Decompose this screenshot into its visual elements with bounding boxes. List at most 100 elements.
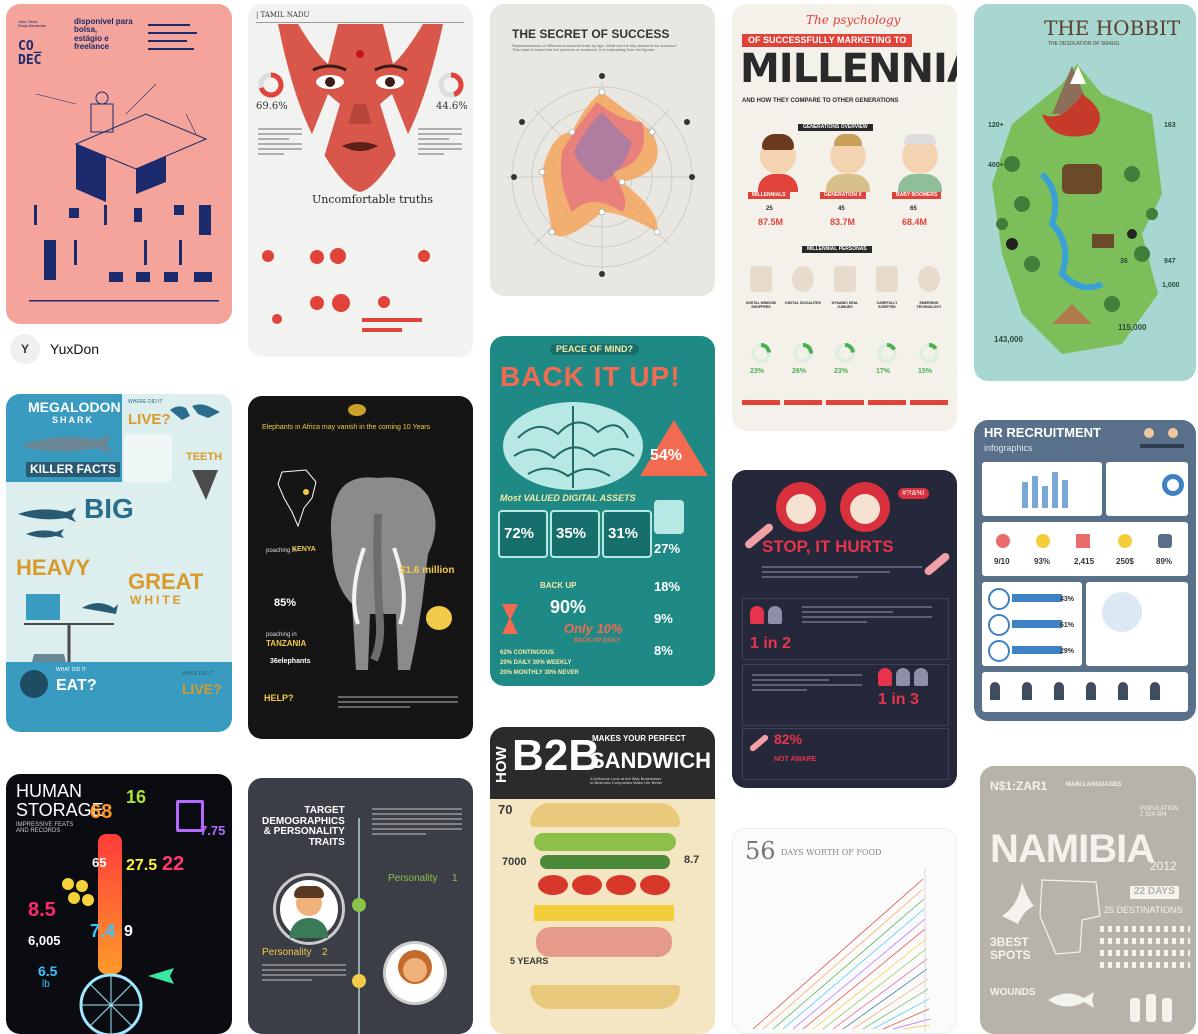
hobbit-stat-8: 163 bbox=[1164, 122, 1176, 129]
megalodon-q2: WHAT DID IT bbox=[56, 667, 87, 673]
pin-creator[interactable]: Y YuxDon bbox=[10, 334, 99, 364]
human-n8: 7.4 bbox=[90, 921, 116, 941]
namibia-best: 3BEST SPOTS bbox=[990, 935, 1031, 962]
hobbit-stat-1: 120+ bbox=[988, 122, 1004, 129]
backup-valued: Most VALUED DIGITAL ASSETS bbox=[500, 493, 636, 503]
success-radar-chart bbox=[507, 73, 697, 277]
world-map-icon bbox=[170, 404, 220, 420]
mill-personas: MILLENNIAL PERSONAS bbox=[802, 246, 872, 254]
target-n2: 2 bbox=[322, 947, 328, 958]
namibia-map bbox=[1039, 879, 1101, 955]
hr-stat-icons bbox=[994, 532, 1184, 552]
backup-side3: 9% bbox=[654, 611, 673, 626]
pin-megalodon[interactable]: MEGALODON SHARK KILLER FACTS WHERE DID I… bbox=[6, 394, 232, 732]
backup-p1: 72% bbox=[504, 525, 535, 542]
elephants-help: HELP? bbox=[264, 693, 294, 703]
jaw-panel bbox=[124, 434, 172, 482]
mill-pct-2: 26% bbox=[792, 368, 807, 375]
mill-pop-1: 87.5M bbox=[758, 217, 784, 227]
b2b-b2b: B2B bbox=[512, 731, 601, 780]
backup-word: BACK UP bbox=[540, 581, 577, 590]
pin-namibia[interactable]: N$1:ZAR1 MAIN LANGUAGES POPULATION 2 324… bbox=[980, 766, 1196, 1034]
elephants-poaching2: poaching in bbox=[266, 632, 297, 638]
backup-pct: 54% bbox=[650, 447, 683, 464]
namibia-wounds: WOUNDS bbox=[990, 987, 1036, 998]
backup-side4: 8% bbox=[654, 643, 673, 658]
meat-layer bbox=[536, 927, 672, 957]
megalodon-live: LIVE? bbox=[128, 411, 171, 428]
b2b-n3: 5 YEARS bbox=[510, 956, 549, 966]
pin-millennials[interactable]: The psychology OF SUCCESSFULLY MARKETING… bbox=[732, 4, 957, 431]
pin-b2b-sandwich[interactable]: HOW B2B MAKES YOUR PERFECT SANDWICH A De… bbox=[490, 727, 715, 1034]
pin-hr-recruitment[interactable]: HR RECRUITMENT infographics 9/10 93% 2,4… bbox=[974, 420, 1196, 721]
hobbit-map-illustration bbox=[992, 64, 1162, 354]
namibia-dest: 25 DESTINATIONS bbox=[1104, 905, 1183, 915]
creator-avatar[interactable]: Y bbox=[10, 334, 40, 364]
namibia-lang: MAIN LANGUAGES bbox=[1066, 782, 1122, 788]
hurts-people-icons-2 bbox=[878, 668, 938, 688]
pin-elephants[interactable]: Elephants in Africa may vanish in the co… bbox=[248, 396, 473, 739]
elephants-kenya: KENYA bbox=[292, 546, 316, 553]
hurts-stat1: 1 in 2 bbox=[750, 635, 791, 652]
pin-codec[interactable]: CO_ DEC disponível para bolsa, estágio e… bbox=[6, 4, 232, 324]
hurts-stat4: NOT AWARE bbox=[774, 756, 817, 763]
target-p2: Personality bbox=[262, 947, 312, 958]
pin-human-storage[interactable]: HUMAN STORAGE IMPRESSIVE FEATS AND RECOR… bbox=[6, 774, 232, 1034]
namibia-people-grid bbox=[1100, 926, 1190, 986]
mill-bottom-bars bbox=[742, 400, 948, 414]
mill-age-2: 45 bbox=[838, 206, 845, 212]
megalodon-live2: LIVE? bbox=[182, 681, 222, 697]
mill-age-1: 25 bbox=[766, 206, 773, 212]
backup-big: 90% bbox=[550, 597, 587, 617]
elephants-stat3: 36elephants bbox=[270, 658, 311, 665]
megalodon-big: BIG bbox=[84, 493, 134, 524]
elephants-stat1: 85% bbox=[274, 597, 297, 609]
hurts-panel2-text bbox=[752, 674, 862, 694]
tomato-layer bbox=[538, 875, 672, 895]
codec-tagline: disponível para bolsa, estágio e freelan… bbox=[74, 17, 133, 52]
donut-right bbox=[438, 72, 464, 98]
pin-tamil-nadu[interactable]: | TAMIL NADU 69.6% 44.6% Uncomfortable t… bbox=[248, 4, 473, 357]
hr-panel-3 bbox=[982, 582, 1188, 666]
persona-icons-row bbox=[742, 262, 947, 302]
creator-name[interactable]: YuxDon bbox=[50, 341, 99, 357]
backup-peace: PEACE OF MIND? bbox=[550, 344, 640, 356]
backup-bottom-1: 62% CONTINUOUS bbox=[500, 650, 555, 656]
hr-sub: infographics bbox=[984, 443, 1033, 453]
hobbit-stat-5: 115,000 bbox=[1118, 323, 1147, 332]
human-n5: 27.5 bbox=[126, 857, 158, 874]
backup-title: BACK IT UP! bbox=[500, 361, 681, 392]
pin-stop-it-hurts[interactable]: #?!&%! STOP, IT HURTS 1 in 2 1 in 3 82% … bbox=[732, 470, 957, 788]
hr-stat-1: 9/10 bbox=[994, 557, 1010, 566]
mill-pct-4: 17% bbox=[876, 368, 891, 375]
success-title: THE SECRET OF SUCCESS bbox=[512, 27, 670, 41]
pin-hobbit[interactable]: THE HOBBIT THE DESOLATION OF SMAUG 120+ … bbox=[974, 4, 1196, 381]
pin-secret-of-success[interactable]: THE SECRET OF SUCCESS Representations of… bbox=[490, 4, 715, 296]
mill-overview: GENERATIONS OVERVIEW bbox=[798, 124, 873, 132]
megalodon-eat: EAT? bbox=[56, 677, 97, 694]
tamil-pct-right: 44.6% bbox=[436, 101, 468, 112]
airplane-icon bbox=[148, 968, 174, 984]
pin-back-it-up[interactable]: PEACE OF MIND? BACK IT UP! 54% Most VALU… bbox=[490, 336, 715, 686]
cucumber-layer bbox=[540, 855, 670, 869]
success-subtitle: Representations of different successful … bbox=[512, 43, 678, 53]
backup-p3: 31% bbox=[608, 525, 639, 542]
shark-illustration bbox=[21, 434, 112, 454]
tamil-pct-left: 69.6% bbox=[256, 101, 288, 112]
human-n7: 8.5 bbox=[28, 899, 56, 921]
persona-label-3: DYNAMIC DEAL JUNKIES bbox=[831, 301, 859, 309]
cheese-layer bbox=[534, 905, 674, 921]
egg-cluster bbox=[62, 878, 102, 908]
megalodon-killer: KILLER FACTS bbox=[26, 462, 120, 477]
brain-illustration bbox=[503, 402, 643, 490]
tamil-red-dots bbox=[258, 236, 463, 346]
mill-pop-2: 83.7M bbox=[830, 217, 856, 227]
hr-row-2: 61% bbox=[1060, 622, 1075, 629]
pin-56-days-food[interactable]: 56 DAYS WORTH OF FOOD bbox=[732, 828, 957, 1034]
mill-pct-3: 23% bbox=[834, 368, 849, 375]
hurts-intro-text bbox=[762, 566, 922, 581]
pin-target-demographics[interactable]: TARGET DEMOGRAPHICS & PERSONALITY TRAITS… bbox=[248, 778, 473, 1034]
hr-panel-4 bbox=[982, 672, 1188, 712]
hobbit-stat-6: 36 bbox=[1120, 258, 1128, 265]
africa-map bbox=[277, 469, 317, 528]
